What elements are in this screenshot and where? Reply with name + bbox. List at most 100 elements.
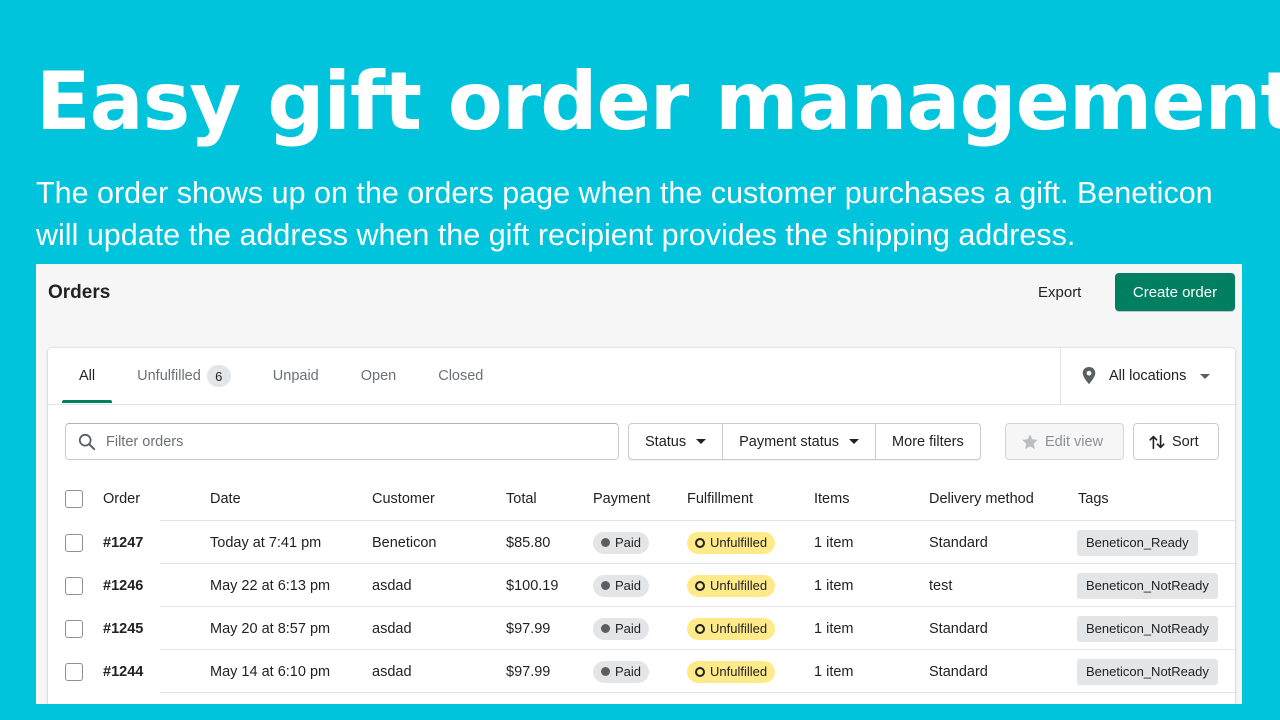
orders-table: Order Date Customer Total Payment Fulfil…	[48, 476, 1235, 693]
tab-unfulfilled[interactable]: Unfulfilled 6	[120, 348, 248, 405]
star-icon	[1022, 433, 1038, 449]
status-filter-label: Status	[645, 433, 687, 450]
unfulfilled-ring-icon	[695, 537, 705, 548]
fulfillment-status-cell: Unfulfilled	[687, 521, 776, 564]
search-field[interactable]	[65, 423, 619, 460]
edit-view-button[interactable]: Edit view	[1005, 423, 1124, 460]
paid-dot-icon	[601, 538, 610, 547]
table-row[interactable]: #1247 Today at 7:41 pm Beneticon $85.80 …	[48, 521, 1235, 564]
order-date: May 14 at 6:10 pm	[210, 663, 331, 680]
order-date: May 22 at 6:13 pm	[210, 577, 331, 594]
order-number[interactable]: #1247	[103, 521, 143, 564]
unfulfilled-ring-icon	[695, 580, 705, 591]
order-total: $85.80	[506, 534, 551, 551]
row-checkbox[interactable]	[65, 662, 83, 681]
unfulfilled-ring-icon	[695, 623, 705, 634]
table-row[interactable]: #1244 May 14 at 6:10 pm asdad $97.99 Pai…	[48, 650, 1235, 693]
order-number[interactable]: #1244	[103, 650, 143, 693]
column-header[interactable]: Delivery method	[929, 476, 1034, 521]
fulfillment-status-badge: Unfulfilled	[687, 531, 776, 554]
order-tag: Beneticon_Ready	[1077, 529, 1198, 556]
tags-cell: Beneticon_NotReady	[1077, 650, 1218, 693]
row-checkbox[interactable]	[65, 576, 83, 595]
column-header[interactable]: Tags	[1078, 476, 1109, 521]
delivery-method: test	[929, 577, 953, 594]
tags-cell: Beneticon_Ready	[1077, 521, 1198, 564]
tab-all[interactable]: All	[62, 348, 113, 405]
payment-status-badge: Paid	[593, 617, 650, 640]
create-order-button[interactable]: Create order	[1115, 273, 1235, 311]
table-row[interactable]: #1246 May 22 at 6:13 pm asdad $100.19 Pa…	[48, 564, 1235, 607]
status-filter-button[interactable]: Status	[629, 424, 724, 459]
tab-label: All	[79, 368, 96, 384]
payment-status-cell: Paid	[593, 521, 650, 564]
tab-open[interactable]: Open	[344, 348, 413, 405]
location-label: All locations	[1109, 368, 1187, 384]
fulfillment-status-cell: Unfulfilled	[687, 607, 776, 650]
order-tag: Beneticon_NotReady	[1077, 615, 1218, 642]
order-number[interactable]: #1245	[103, 607, 143, 650]
payment-status-text: Paid	[615, 578, 642, 593]
filter-button-group: Status Payment status More filters	[628, 423, 981, 460]
table-row[interactable]: #1245 May 20 at 8:57 pm asdad $97.99 Pai…	[48, 607, 1235, 650]
customer-name: asdad	[372, 620, 412, 637]
orders-app-window: Orders Export Create order All Unfulfill…	[36, 264, 1242, 704]
unfulfilled-count-badge: 6	[206, 365, 231, 387]
row-checkbox[interactable]	[65, 533, 83, 552]
order-number[interactable]: #1246	[103, 564, 143, 607]
tab-label: Unpaid	[272, 368, 319, 384]
payment-status-filter-button[interactable]: Payment status	[723, 424, 877, 459]
column-header[interactable]: Order	[103, 476, 140, 521]
customer-name: Beneticon	[372, 534, 437, 551]
tab-label: Unfulfilled	[137, 368, 201, 384]
customer-name: asdad	[372, 663, 412, 680]
delivery-method: Standard	[929, 663, 988, 680]
fulfillment-status-text: Unfulfilled	[710, 621, 768, 636]
payment-status-cell: Paid	[593, 607, 650, 650]
items-count: 1 item	[814, 620, 854, 637]
hero-title: Easy gift order management	[36, 55, 1280, 148]
fulfillment-status-text: Unfulfilled	[710, 535, 768, 550]
column-header[interactable]: Customer	[372, 476, 435, 521]
tags-cell: Beneticon_NotReady	[1077, 564, 1218, 607]
tags-cell: Beneticon_NotReady	[1077, 607, 1218, 650]
column-header[interactable]: Total	[506, 476, 537, 521]
tab-label: Open	[360, 368, 397, 384]
sort-arrows-icon	[1149, 434, 1165, 449]
payment-status-text: Paid	[615, 621, 642, 636]
order-date: May 20 at 8:57 pm	[210, 620, 331, 637]
column-header[interactable]: Payment	[593, 476, 650, 521]
column-header[interactable]: Fulfillment	[687, 476, 753, 521]
more-filters-label: More filters	[892, 433, 964, 450]
chevron-down-icon	[849, 439, 860, 444]
order-tag: Beneticon_NotReady	[1077, 658, 1218, 685]
payment-status-badge: Paid	[593, 660, 650, 683]
order-total: $100.19	[506, 577, 559, 594]
search-icon	[78, 433, 96, 450]
delivery-method: Standard	[929, 620, 988, 637]
table-header: Order Date Customer Total Payment Fulfil…	[48, 476, 1235, 521]
page-title: Orders	[48, 282, 111, 303]
sort-button[interactable]: Sort	[1133, 423, 1219, 460]
select-all-checkbox[interactable]	[65, 489, 83, 508]
column-header[interactable]: Items	[814, 476, 849, 521]
fulfillment-status-text: Unfulfilled	[710, 664, 768, 679]
sort-label: Sort	[1172, 433, 1199, 450]
column-header[interactable]: Date	[210, 476, 241, 521]
table-body: #1247 Today at 7:41 pm Beneticon $85.80 …	[48, 521, 1235, 693]
location-pin-icon	[1082, 367, 1096, 385]
row-divider	[160, 692, 1235, 693]
tab-closed[interactable]: Closed	[421, 348, 500, 405]
row-checkbox[interactable]	[65, 619, 83, 638]
order-date: Today at 7:41 pm	[210, 534, 322, 551]
customer-name: asdad	[372, 577, 412, 594]
tab-unpaid[interactable]: Unpaid	[256, 348, 336, 405]
location-selector[interactable]: All locations	[1060, 348, 1235, 405]
more-filters-button[interactable]: More filters	[876, 424, 980, 459]
order-tabs: All Unfulfilled 6 Unpaid Open Closed	[48, 348, 1060, 405]
export-button[interactable]: Export	[1026, 276, 1093, 308]
hero-subtitle: The order shows up on the orders page wh…	[36, 176, 1213, 252]
fulfillment-status-cell: Unfulfilled	[687, 564, 776, 607]
search-input[interactable]	[106, 433, 586, 450]
tab-label: Closed	[438, 368, 484, 384]
